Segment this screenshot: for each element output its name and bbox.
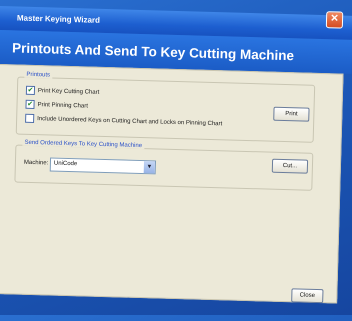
print-key-cutting-chart-option[interactable]: ✔ Print Key Cutting Chart bbox=[25, 85, 100, 97]
checkbox-include-unordered[interactable] bbox=[25, 113, 35, 124]
printouts-group-label: Printouts bbox=[24, 71, 53, 79]
machine-select[interactable]: UniCode ▼ bbox=[49, 157, 157, 175]
wizard-window: Master Keying Wizard ✕ Printouts And Sen… bbox=[0, 0, 352, 321]
printouts-group: Printouts ✔ Print Key Cutting Chart ✔ Pr… bbox=[15, 71, 316, 143]
close-button[interactable]: Close bbox=[291, 288, 324, 304]
cut-button[interactable]: Cut... bbox=[271, 158, 309, 174]
machine-label: Machine: bbox=[23, 159, 49, 167]
send-group-label: Send Ordered Keys To Key Cutting Machine bbox=[22, 139, 145, 150]
send-group: Send Ordered Keys To Key Cutting Machine… bbox=[14, 139, 314, 191]
content-panel: Printouts ✔ Print Key Cutting Chart ✔ Pr… bbox=[0, 63, 344, 304]
print-button[interactable]: Print bbox=[273, 106, 310, 122]
machine-select-value: UniCode bbox=[53, 160, 78, 168]
checkbox-print-pinning-chart[interactable]: ✔ bbox=[25, 99, 35, 110]
print-key-cutting-chart-label: Print Key Cutting Chart bbox=[37, 87, 100, 96]
print-pinning-chart-label: Print Pinning Chart bbox=[37, 101, 88, 110]
checkbox-print-key-cutting-chart[interactable]: ✔ bbox=[25, 85, 36, 96]
include-unordered-label: Include Unordered Keys on Cutting Chart … bbox=[37, 115, 223, 127]
close-icon[interactable]: ✕ bbox=[325, 11, 344, 29]
chevron-down-icon[interactable]: ▼ bbox=[143, 161, 156, 174]
print-pinning-chart-option[interactable]: ✔ Print Pinning Chart bbox=[25, 99, 88, 111]
include-unordered-option[interactable]: Include Unordered Keys on Cutting Chart … bbox=[25, 113, 223, 129]
